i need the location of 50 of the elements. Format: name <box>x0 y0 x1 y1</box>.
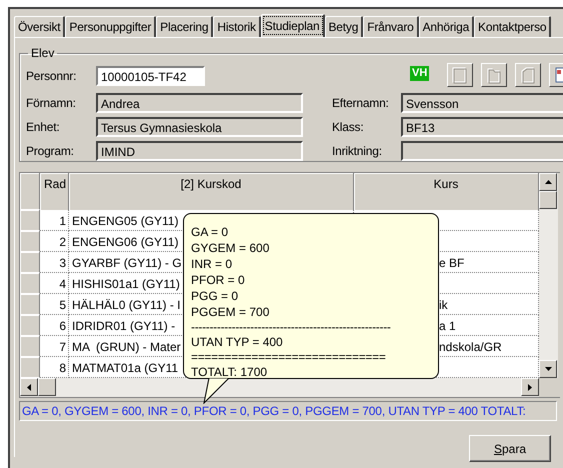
row-header[interactable] <box>20 336 40 357</box>
save-button[interactable]: Spara <box>469 435 551 462</box>
tooltip-line: TOTALT: 1700 <box>191 364 268 380</box>
row-header[interactable] <box>20 315 40 336</box>
tab[interactable]: Placering <box>156 16 214 37</box>
down-arrow-icon <box>544 367 552 371</box>
status-badge: VH <box>410 66 430 81</box>
scroll-thumb[interactable] <box>539 191 557 209</box>
toolbar-button[interactable] <box>447 63 474 87</box>
left-arrow-icon <box>27 384 31 390</box>
tooltip-line: INR = 0 <box>191 256 234 272</box>
tab[interactable]: Betyg <box>324 16 364 37</box>
field-label: Enhet: <box>26 120 60 134</box>
row-header[interactable] <box>20 273 40 294</box>
horizontal-scrollbar[interactable] <box>20 378 558 397</box>
toolbar-button[interactable] <box>515 63 542 87</box>
row-header[interactable] <box>20 357 40 378</box>
row-header[interactable] <box>20 252 40 273</box>
input-field[interactable]: 10000105-TF42 <box>96 66 205 86</box>
row-header[interactable] <box>20 294 40 315</box>
summary-text: GA = 0, GYGEM = 600, INR = 0, PFOR = 0, PGG = 0, PGGEM = 700, UTAN TYP = 400 TOTALT: <box>19 401 557 421</box>
field-label: Klass: <box>332 120 364 134</box>
scrollbar-corner <box>539 378 558 397</box>
tooltip-line: UTAN TYP = 400 <box>191 334 284 350</box>
row-header[interactable] <box>20 210 40 231</box>
field-label: Förnamn: <box>26 96 77 110</box>
tab[interactable]: Anhöriga <box>418 16 474 37</box>
vertical-scrollbar[interactable] <box>539 173 558 378</box>
tab[interactable]: Frånvaro <box>363 16 419 37</box>
tab[interactable]: Studieplan <box>260 14 324 37</box>
input-field[interactable]: IMIND <box>96 140 303 160</box>
field-label: Efternamn: <box>332 96 390 110</box>
input-field[interactable]: Andrea <box>96 92 303 112</box>
row-header[interactable] <box>20 231 40 252</box>
input-field[interactable] <box>401 140 563 160</box>
tab[interactable]: Kontaktperso <box>474 16 552 37</box>
input-field[interactable]: Svensson <box>401 92 563 112</box>
group-title: Elev <box>30 46 56 60</box>
toolbar-button[interactable] <box>481 63 508 87</box>
field-label: Inriktning: <box>332 144 383 158</box>
tab[interactable]: Översikt <box>14 16 66 37</box>
field-label: Personnr: <box>26 69 78 83</box>
input-field[interactable]: BF13 <box>401 116 563 136</box>
tooltip-line: PFOR = 0 <box>191 272 246 288</box>
scroll-thumb[interactable] <box>38 378 56 396</box>
up-arrow-icon <box>544 180 552 184</box>
tab[interactable]: Personuppgifter <box>65 16 156 37</box>
input-field[interactable]: Tersus Gymnasieskola <box>96 116 303 136</box>
field-label: Program: <box>26 144 75 158</box>
right-arrow-icon <box>528 384 532 390</box>
